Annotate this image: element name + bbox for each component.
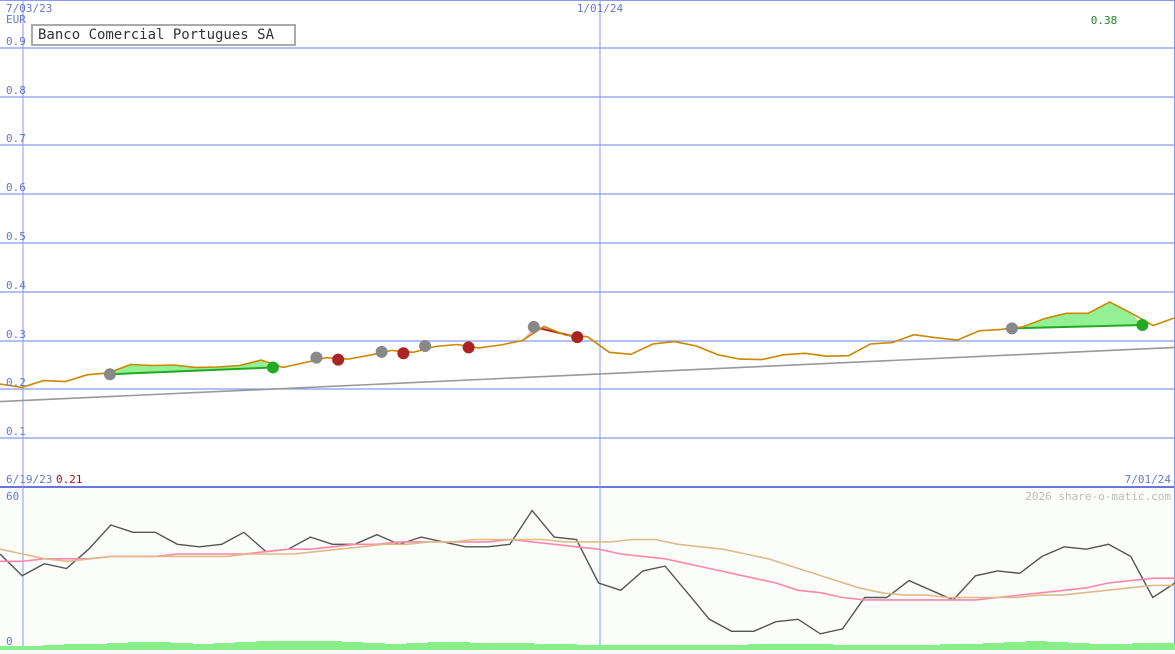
volume-bar <box>854 645 877 650</box>
volume-bar <box>320 641 343 650</box>
volume-bar <box>470 643 492 650</box>
volume-bar <box>85 644 108 650</box>
lower-y-tick-max: 60 <box>6 490 19 503</box>
volume-bar <box>811 644 834 650</box>
volume-bar <box>1089 644 1112 650</box>
lower-y-tick-min: 0 <box>6 635 13 648</box>
lower-panel-background <box>0 488 1175 650</box>
signal-start-dot <box>1005 322 1018 335</box>
volume-bar <box>21 646 44 650</box>
volume-bar <box>555 644 578 650</box>
volume-bar <box>1046 642 1069 650</box>
volume-bar <box>384 644 407 650</box>
chart-title: Banco Comercial Portugues SA <box>31 24 296 46</box>
range-end-date-label: 7/01/24 <box>1125 473 1172 486</box>
volume-bar <box>235 642 257 650</box>
volume-bar <box>662 645 685 650</box>
volume-bar <box>341 642 364 650</box>
sell-signal-dot <box>462 341 475 354</box>
volume-bar <box>769 644 791 650</box>
volume-bar <box>1153 643 1175 650</box>
volume-bar <box>534 644 556 650</box>
volume-bar <box>106 643 129 650</box>
buy-signal-dot <box>266 361 279 374</box>
trend-line <box>0 346 1175 403</box>
y-tick-label: 0.8 <box>6 84 26 97</box>
volume-bar <box>747 644 770 650</box>
volume-bar <box>1068 643 1091 650</box>
y-tick-label: 0.7 <box>6 132 26 145</box>
y-tick-label: 0.5 <box>6 230 26 243</box>
volume-bar <box>705 645 727 650</box>
sell-signal-dot <box>397 347 410 360</box>
volume-bar <box>897 645 920 650</box>
buy-signal-dot <box>1136 318 1149 331</box>
volume-bar <box>299 641 321 650</box>
volume-bar <box>42 645 65 650</box>
range-start-date-label: 6/19/23 <box>6 473 52 486</box>
unit-label: EUR <box>6 13 26 26</box>
volume-bar <box>213 643 236 650</box>
volume-bar <box>1132 643 1155 650</box>
credit-label: 2026 share-o-matic.com <box>1025 490 1171 503</box>
neutral-signal-dot <box>419 339 432 352</box>
volume-bar <box>1004 642 1026 650</box>
signal-start-dot <box>103 368 116 381</box>
volume-bar <box>491 643 514 650</box>
volume-bar <box>683 645 706 650</box>
volume-bar <box>192 644 215 650</box>
volume-bar <box>64 644 86 650</box>
volume-bar <box>790 644 813 650</box>
volume-bar <box>726 645 749 650</box>
chart-stage: 0.1 0.2 0.3 0.4 0.5 0.6 0.7 0.8 0.9 7/03/23 EUR 1/0… <box>0 0 1175 650</box>
y-tick-label: 0.1 <box>6 425 26 438</box>
volume-bar <box>875 645 898 650</box>
sell-signal-dot <box>571 331 584 344</box>
volume-bar <box>277 641 300 650</box>
volume-bar <box>640 645 663 650</box>
volume-bar <box>170 643 193 650</box>
volume-bar <box>363 643 386 650</box>
volume-bar <box>512 643 535 650</box>
volume-bar <box>961 644 984 650</box>
y-tick-label: 0.2 <box>6 376 26 389</box>
low-value-label: 0.21 <box>56 473 83 486</box>
mid-date-label: 1/01/24 <box>577 2 624 15</box>
volume-bar <box>918 645 941 650</box>
price-chart: 0.10.20.30.40.50.60.70.80.97/03/23EUR1/0… <box>0 0 1175 650</box>
volume-bar <box>405 643 428 650</box>
volume-bar <box>1110 644 1133 650</box>
volume-bar <box>619 645 642 650</box>
neutral-signal-dot <box>310 351 323 364</box>
volume-bar <box>576 645 599 650</box>
y-tick-label: 0.4 <box>6 279 26 292</box>
last-value-label: 0.38 <box>1091 14 1118 27</box>
volume-bar <box>427 642 450 650</box>
y-tick-label: 0.6 <box>6 181 26 194</box>
volume-bar <box>833 645 856 650</box>
volume-bar <box>128 642 151 650</box>
volume-bar <box>256 641 279 650</box>
volume-bar <box>149 642 172 650</box>
signal-start-dot <box>527 320 540 333</box>
y-tick-label: 0.3 <box>6 328 26 341</box>
volume-bar <box>448 642 471 650</box>
y-tick-label: 0.9 <box>6 35 26 48</box>
volume-bar <box>940 644 962 650</box>
volume-bar <box>1025 641 1048 650</box>
sell-signal-dot <box>332 353 345 366</box>
neutral-signal-dot <box>375 345 388 358</box>
volume-bar <box>598 645 621 650</box>
volume-bar <box>982 643 1005 650</box>
